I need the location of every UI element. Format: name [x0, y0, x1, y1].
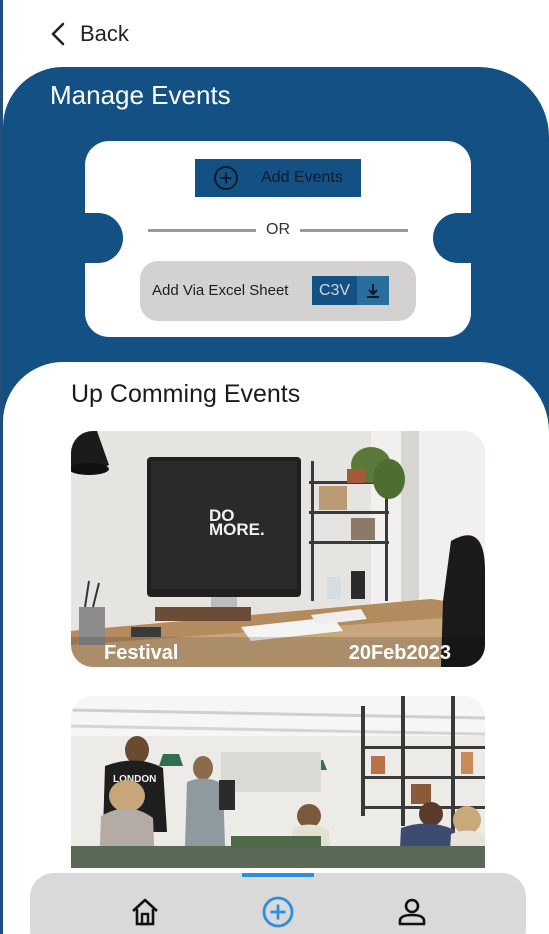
event-date: 20Feb2023 — [348, 642, 451, 664]
chevron-left-icon — [51, 22, 65, 46]
divider-line — [148, 228, 256, 232]
csv-label: C3V — [312, 276, 357, 305]
home-icon — [132, 898, 158, 926]
or-label: OR — [266, 221, 290, 238]
event-image: LONDON — [71, 696, 485, 868]
event-name: Festival — [104, 642, 179, 664]
add-events-button[interactable]: Add Events — [195, 159, 361, 197]
section-title: Up Comming Events — [71, 380, 301, 408]
card-notch-left — [47, 213, 123, 263]
event-image: DO MORE. — [71, 431, 485, 667]
page-title: Manage Events — [50, 80, 231, 110]
or-divider: OR — [148, 218, 408, 242]
nav-profile-button[interactable] — [394, 894, 430, 930]
add-circle-icon — [262, 896, 294, 928]
add-circle-icon — [214, 166, 238, 190]
back-label: Back — [80, 21, 129, 46]
csv-download-button[interactable]: C3V — [312, 276, 389, 305]
download-icon — [367, 283, 379, 298]
event-card[interactable]: DO MORE. Festival 20Feb2023 — [71, 431, 485, 667]
nav-add-event-button[interactable] — [260, 894, 296, 930]
download-icon-box — [357, 276, 389, 305]
add-events-label: Add Events — [261, 169, 343, 186]
excel-upload-label: Add Via Excel Sheet — [152, 282, 289, 299]
nav-home-button[interactable] — [127, 894, 163, 930]
divider-line — [300, 228, 408, 232]
active-tab-indicator — [242, 873, 314, 877]
card-notch-right — [433, 213, 509, 263]
back-button[interactable]: Back — [46, 18, 129, 50]
person-icon — [398, 898, 426, 926]
svg-text:MORE.: MORE. — [209, 520, 265, 539]
event-card[interactable]: LONDON — [71, 696, 485, 868]
